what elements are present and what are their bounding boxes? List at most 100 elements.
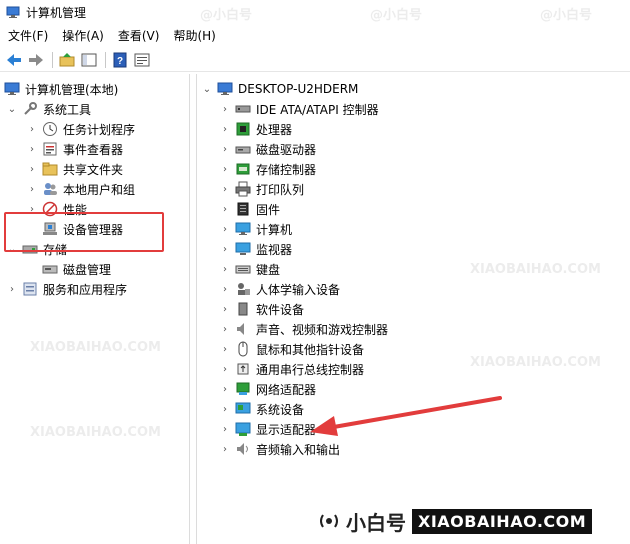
chevron-down-icon[interactable]: ⌄ [6, 103, 18, 115]
device-category-label: 监视器 [256, 242, 293, 257]
tree-item-label: 服务和应用程序 [43, 282, 128, 297]
chevron-right-icon[interactable]: › [219, 443, 231, 455]
device-category[interactable]: › 监视器 [219, 239, 292, 259]
device-category[interactable]: › 打印队列 [219, 179, 304, 199]
broadcast-icon [318, 510, 340, 532]
ide-controller-icon [235, 101, 251, 117]
title-bar: 计算机管理 [0, 0, 630, 24]
chevron-right-icon[interactable]: › [219, 403, 231, 415]
device-category[interactable]: › 存储控制器 [219, 159, 316, 179]
highlight-box [4, 212, 164, 252]
device-category-label: 处理器 [256, 122, 293, 137]
tree-item-label: 磁盘管理 [63, 262, 112, 277]
tree-root[interactable]: 计算机管理(本地) [4, 79, 118, 99]
tree-item-label: 事件查看器 [63, 142, 124, 157]
brand-logo: 小白号 XIAOBAIHAO.COM [318, 506, 593, 536]
chevron-right-icon[interactable]: › [219, 343, 231, 355]
chevron-right-icon[interactable]: › [219, 143, 231, 155]
tree-item-services-apps[interactable]: › 服务和应用程序 [6, 279, 127, 299]
device-category[interactable]: › 音频输入和输出 [219, 439, 340, 459]
device-category[interactable]: › 处理器 [219, 119, 292, 139]
tree-item-label: 本地用户和组 [63, 182, 136, 197]
shared-folder-icon [42, 161, 58, 177]
chevron-right-icon[interactable]: › [6, 283, 18, 295]
device-category[interactable]: › 通用串行总线控制器 [219, 359, 364, 379]
left-navigation-pane: 计算机管理(本地) ⌄ 系统工具 › 任务计划程序 › 事件查看器 › 共享文件… [0, 74, 190, 544]
device-category[interactable]: › 固件 [219, 199, 280, 219]
device-category[interactable]: › 人体学输入设备 [219, 279, 340, 299]
chevron-right-icon[interactable]: › [219, 263, 231, 275]
clock-icon [42, 121, 58, 137]
brand-cn: 小白号 [346, 510, 406, 535]
chevron-right-icon[interactable]: › [219, 303, 231, 315]
device-category[interactable]: › IDE ATA/ATAPI 控制器 [219, 99, 379, 119]
show-hide-tree-icon[interactable] [79, 50, 99, 70]
device-category-label: 磁盘驱动器 [256, 142, 317, 157]
chevron-down-icon[interactable]: ⌄ [201, 83, 213, 95]
disk-drive-icon [235, 141, 251, 157]
device-category[interactable]: › 系统设备 [219, 399, 304, 419]
back-arrow-icon[interactable] [4, 50, 24, 70]
chevron-right-icon[interactable]: › [26, 183, 38, 195]
chevron-right-icon[interactable]: › [219, 223, 231, 235]
svg-text:?: ? [117, 56, 123, 67]
chevron-right-icon[interactable]: › [26, 163, 38, 175]
services-icon [22, 281, 38, 297]
menu-help[interactable]: 帮助(H) [173, 27, 215, 44]
device-category-label: 人体学输入设备 [256, 282, 341, 297]
device-category[interactable]: › 鼠标和其他指针设备 [219, 339, 364, 359]
menu-action[interactable]: 操作(A) [62, 27, 104, 44]
computer-management-icon [6, 5, 20, 19]
chevron-right-icon[interactable]: › [219, 123, 231, 135]
chevron-right-icon[interactable]: › [219, 203, 231, 215]
usb-icon [235, 361, 251, 377]
forward-arrow-icon[interactable] [26, 50, 46, 70]
tree-item-event-viewer[interactable]: › 事件查看器 [26, 139, 123, 159]
menu-file[interactable]: 文件(F) [8, 27, 48, 44]
printer-icon [235, 181, 251, 197]
toolbar-separator [52, 51, 53, 68]
tree-item-disk-management[interactable]: 磁盘管理 [42, 259, 111, 279]
chevron-right-icon[interactable]: › [219, 323, 231, 335]
tree-item-system-tools[interactable]: ⌄ 系统工具 [6, 99, 91, 119]
device-tree-root[interactable]: ⌄ DESKTOP-U2HDERM [201, 79, 359, 99]
device-category-label: 通用串行总线控制器 [256, 362, 365, 377]
chevron-right-icon[interactable]: › [219, 363, 231, 375]
tree-item-local-users[interactable]: › 本地用户和组 [26, 179, 135, 199]
display-adapter-icon [235, 421, 251, 437]
chevron-right-icon[interactable]: › [219, 383, 231, 395]
chevron-right-icon[interactable]: › [26, 143, 38, 155]
properties-icon[interactable] [132, 50, 152, 70]
tree-item-label: 任务计划程序 [63, 122, 136, 137]
audio-io-icon [235, 441, 251, 457]
computer-icon [217, 81, 233, 97]
chevron-right-icon[interactable]: › [219, 163, 231, 175]
device-category-label: 鼠标和其他指针设备 [256, 342, 365, 357]
tree-item-shared-folders[interactable]: › 共享文件夹 [26, 159, 123, 179]
processor-icon [235, 121, 251, 137]
window-title: 计算机管理 [26, 5, 87, 20]
system-tools-icon [22, 101, 38, 117]
device-category[interactable]: › 计算机 [219, 219, 292, 239]
chevron-right-icon[interactable]: › [26, 123, 38, 135]
menu-view[interactable]: 查看(V) [118, 27, 160, 44]
chevron-right-icon[interactable]: › [219, 103, 231, 115]
device-category[interactable]: › 键盘 [219, 259, 280, 279]
event-viewer-icon [42, 141, 58, 157]
device-category[interactable]: › 软件设备 [219, 299, 304, 319]
mouse-icon [235, 341, 251, 357]
device-category[interactable]: › 磁盘驱动器 [219, 139, 316, 159]
chevron-right-icon[interactable]: › [219, 243, 231, 255]
up-folder-icon[interactable] [57, 50, 77, 70]
chevron-right-icon[interactable]: › [219, 183, 231, 195]
device-category[interactable]: › 声音、视频和游戏控制器 [219, 319, 388, 339]
device-category-label: 系统设备 [256, 402, 305, 417]
monitor-icon [235, 241, 251, 257]
tree-item-task-scheduler[interactable]: › 任务计划程序 [26, 119, 135, 139]
chevron-right-icon[interactable]: › [219, 423, 231, 435]
chevron-right-icon[interactable]: › [219, 283, 231, 295]
network-adapter-icon [235, 381, 251, 397]
tree-root-label: 计算机管理(本地) [25, 82, 119, 97]
device-category-label: 软件设备 [256, 302, 305, 317]
help-icon[interactable]: ? [110, 50, 130, 70]
